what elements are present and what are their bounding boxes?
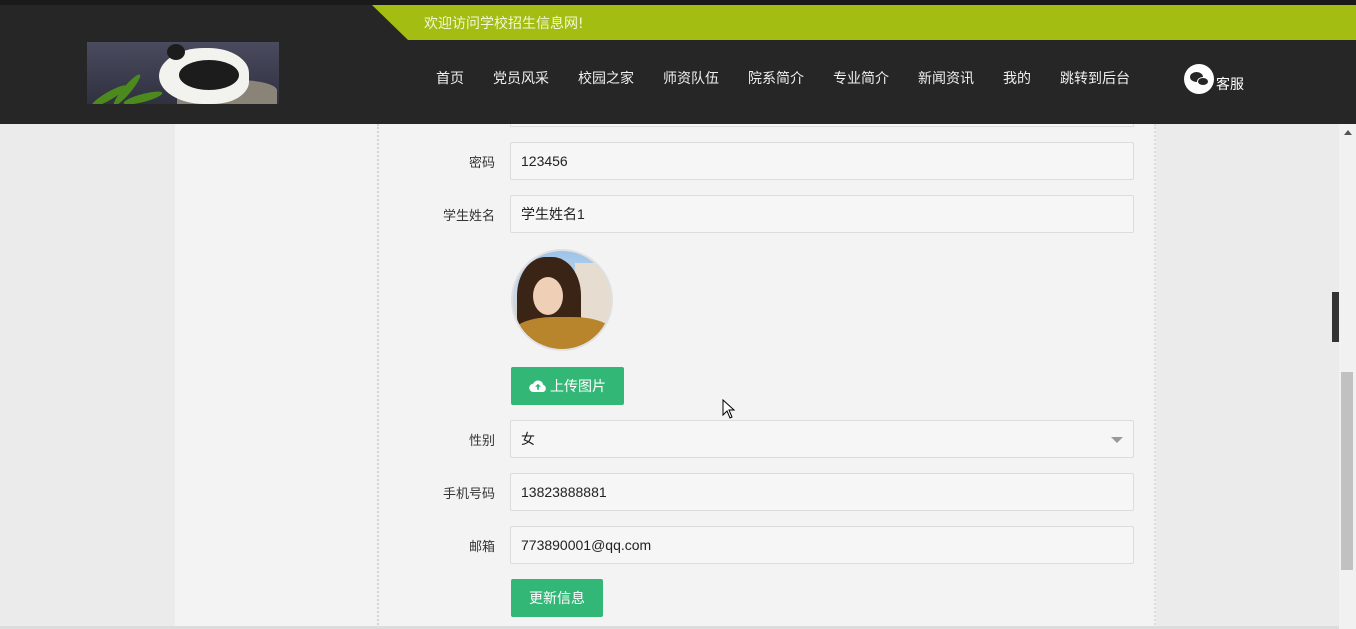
password-label: 密码 (468, 156, 495, 171)
welcome-text: 欢迎访问学校招生信息网! (424, 16, 584, 32)
account-field[interactable] (510, 124, 1134, 127)
wechat-icon (1184, 64, 1214, 94)
welcome-bar: 欢迎访问学校招生信息网! (372, 5, 1356, 40)
scrollbar-thumb[interactable] (1341, 372, 1353, 570)
nav-item-news[interactable]: 新闻资讯 (918, 68, 974, 92)
phone-field[interactable]: 13823888881 (510, 473, 1134, 511)
nav-item-admin[interactable]: 跳转到后台 (1060, 68, 1130, 92)
nav-item-home[interactable]: 首页 (436, 68, 464, 92)
upload-image-label: 上传图片 (550, 379, 606, 395)
chevron-down-icon (1111, 437, 1123, 443)
student-name-field[interactable]: 学生姓名1 (510, 195, 1134, 233)
nav-item-faculty[interactable]: 师资队伍 (663, 68, 719, 92)
nav-item-departments[interactable]: 院系简介 (748, 68, 804, 92)
gender-label: 性别 (468, 434, 495, 449)
email-field[interactable]: 773890001@qq.com (510, 526, 1134, 564)
top-strip (0, 0, 1356, 5)
main-nav: 首页 党员风采 校园之家 师资队伍 院系简介 专业简介 新闻资讯 我的 跳转到后… (436, 68, 1159, 92)
update-info-button[interactable]: 更新信息 (511, 579, 603, 617)
email-label: 邮箱 (468, 540, 495, 555)
mouse-cursor-icon (722, 399, 736, 419)
site-header: 欢迎访问学校招生信息网! 首页 党员风采 校园之家 师资队伍 院系简介 专业简介… (0, 0, 1356, 124)
site-logo[interactable] (87, 42, 279, 104)
password-field[interactable]: 123456 (510, 142, 1134, 180)
upload-image-button[interactable]: 上传图片 (511, 367, 624, 405)
left-column (175, 124, 379, 629)
scroll-up-icon[interactable] (1344, 130, 1352, 135)
nav-item-mine[interactable]: 我的 (1003, 68, 1031, 92)
nav-item-campus[interactable]: 校园之家 (578, 68, 634, 92)
service-label: 客服 (1216, 77, 1244, 93)
panel-edge (1154, 124, 1156, 629)
gender-select[interactable]: 女 (510, 420, 1134, 458)
phone-label: 手机号码 (442, 487, 495, 502)
cloud-upload-icon (529, 380, 546, 393)
nav-item-majors[interactable]: 专业简介 (833, 68, 889, 92)
customer-service-button[interactable]: 客服 (1184, 64, 1244, 94)
student-name-label: 学生姓名 (442, 209, 495, 224)
gender-value: 女 (521, 431, 535, 447)
avatar (511, 249, 613, 351)
nav-item-party-members[interactable]: 党员风采 (493, 68, 549, 92)
scrollbar[interactable] (1339, 124, 1356, 629)
